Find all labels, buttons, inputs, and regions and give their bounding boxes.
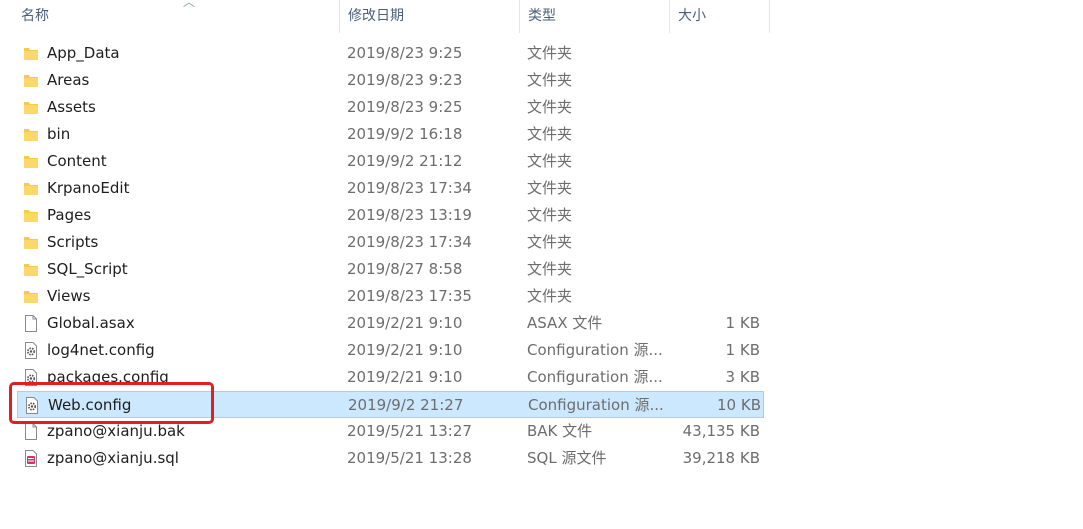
file-modified-date: 2019/8/23 17:35 — [347, 287, 472, 305]
file-type: 文件夹 — [527, 179, 573, 197]
file-type: 文件夹 — [527, 44, 573, 62]
file-row[interactable]: KrpanoEdit 2019/8/23 17:34 文件夹 — [17, 175, 764, 202]
file-type: 文件夹 — [527, 206, 573, 224]
sql-file-icon — [23, 450, 39, 467]
folder-icon — [23, 72, 39, 89]
file-type: 文件夹 — [527, 71, 573, 89]
file-row[interactable]: Content 2019/9/2 21:12 文件夹 — [17, 148, 764, 175]
column-header-name[interactable]: ︿ 名称 — [13, 0, 340, 33]
file-type: SQL 源文件 — [527, 449, 607, 467]
file-type: 文件夹 — [527, 98, 573, 116]
file-modified-date: 2019/9/2 16:18 — [347, 125, 463, 143]
sort-ascending-icon: ︿ — [183, 0, 196, 9]
file-name: Pages — [47, 206, 92, 224]
file-modified-date: 2019/8/23 13:19 — [347, 206, 472, 224]
file-size — [672, 175, 760, 202]
file-modified-date: 2019/5/21 13:27 — [347, 422, 472, 440]
file-modified-date: 2019/8/23 17:34 — [347, 179, 472, 197]
column-header-size[interactable]: 大小 — [670, 0, 770, 33]
file-icon — [23, 315, 39, 332]
file-row[interactable]: log4net.config 2019/2/21 9:10 Configuratio… — [17, 337, 764, 364]
file-modified-date: 2019/8/23 9:25 — [347, 44, 463, 62]
column-header-date-label: 修改日期 — [348, 8, 404, 24]
column-header-size-label: 大小 — [678, 8, 706, 24]
file-size: 10 KB — [717, 396, 761, 414]
file-modified-date: 2019/5/21 13:28 — [347, 449, 472, 467]
column-header-type[interactable]: 类型 — [520, 0, 670, 33]
file-size — [672, 94, 760, 121]
file-size — [672, 202, 760, 229]
file-name: Views — [47, 287, 91, 305]
file-name: Areas — [47, 71, 90, 89]
column-header-bar: ︿ 名称 修改日期 类型 大小 — [0, 0, 770, 33]
file-row[interactable]: Pages 2019/8/23 13:19 文件夹 — [17, 202, 764, 229]
file-size — [672, 121, 760, 148]
file-size — [672, 67, 760, 94]
folder-icon — [23, 126, 39, 143]
file-size — [672, 148, 760, 175]
file-row[interactable]: Views 2019/8/23 17:35 文件夹 — [17, 283, 764, 310]
file-name: log4net.config — [47, 341, 155, 359]
file-size — [672, 283, 760, 310]
file-modified-date: 2019/9/2 21:12 — [347, 152, 463, 170]
folder-icon — [23, 207, 39, 224]
file-row[interactable]: App_Data 2019/8/23 9:25 文件夹 — [17, 40, 764, 67]
file-modified-date: 2019/8/23 9:23 — [347, 71, 463, 89]
folder-icon — [23, 288, 39, 305]
folder-icon — [23, 153, 39, 170]
file-size: 1 KB — [725, 341, 760, 359]
file-type: BAK 文件 — [527, 422, 593, 440]
file-size — [672, 40, 760, 67]
file-name: zpano@xianju.sql — [47, 449, 179, 467]
file-icon — [23, 423, 39, 440]
file-row[interactable]: bin 2019/9/2 16:18 文件夹 — [17, 121, 764, 148]
folder-icon — [23, 180, 39, 197]
column-header-name-label: 名称 — [21, 8, 49, 24]
file-name: SQL_Script — [47, 260, 128, 278]
file-modified-date: 2019/8/27 8:58 — [347, 260, 463, 278]
file-type: Configuration 源... — [527, 368, 663, 386]
file-row[interactable]: Global.asax 2019/2/21 9:10 ASAX 文件 1 KB — [17, 310, 764, 337]
file-type: ASAX 文件 — [527, 314, 603, 332]
file-size — [672, 229, 760, 256]
file-modified-date: 2019/2/21 9:10 — [347, 314, 463, 332]
file-row[interactable]: Areas 2019/8/23 9:23 文件夹 — [17, 67, 764, 94]
file-modified-date: 2019/8/23 17:34 — [347, 233, 472, 251]
file-row[interactable]: SQL_Script 2019/8/27 8:58 文件夹 — [17, 256, 764, 283]
file-modified-date: 2019/9/2 21:27 — [348, 396, 464, 414]
folder-icon — [23, 261, 39, 278]
file-type: Configuration 源... — [528, 396, 664, 414]
file-name: Assets — [47, 98, 96, 116]
column-header-date[interactable]: 修改日期 — [340, 0, 520, 33]
file-name: bin — [47, 125, 71, 143]
folder-icon — [23, 99, 39, 116]
file-type: 文件夹 — [527, 260, 573, 278]
file-size — [672, 256, 760, 283]
folder-icon — [23, 45, 39, 62]
column-header-type-label: 类型 — [528, 8, 556, 24]
file-name: KrpanoEdit — [47, 179, 130, 197]
file-size: 43,135 KB — [682, 422, 760, 440]
file-row[interactable]: zpano@xianju.sql 2019/5/21 13:28 SQL 源文件 39… — [17, 445, 764, 472]
file-name: Global.asax — [47, 314, 135, 332]
config-file-icon — [23, 342, 39, 359]
file-name: Content — [47, 152, 107, 170]
annotation-highlight-box — [9, 382, 214, 424]
file-type: 文件夹 — [527, 152, 573, 170]
file-row[interactable]: Scripts 2019/8/23 17:34 文件夹 — [17, 229, 764, 256]
file-name: App_Data — [47, 44, 120, 62]
folder-icon — [23, 234, 39, 251]
file-name: Scripts — [47, 233, 99, 251]
file-modified-date: 2019/8/23 9:25 — [347, 98, 463, 116]
file-row[interactable]: Assets 2019/8/23 9:25 文件夹 — [17, 94, 764, 121]
file-size: 1 KB — [725, 314, 760, 332]
file-size: 3 KB — [725, 368, 760, 386]
file-type: 文件夹 — [527, 233, 573, 251]
file-type: Configuration 源... — [527, 341, 663, 359]
file-modified-date: 2019/2/21 9:10 — [347, 368, 463, 386]
file-type: 文件夹 — [527, 125, 573, 143]
file-size: 39,218 KB — [682, 449, 760, 467]
file-modified-date: 2019/2/21 9:10 — [347, 341, 463, 359]
file-type: 文件夹 — [527, 287, 573, 305]
